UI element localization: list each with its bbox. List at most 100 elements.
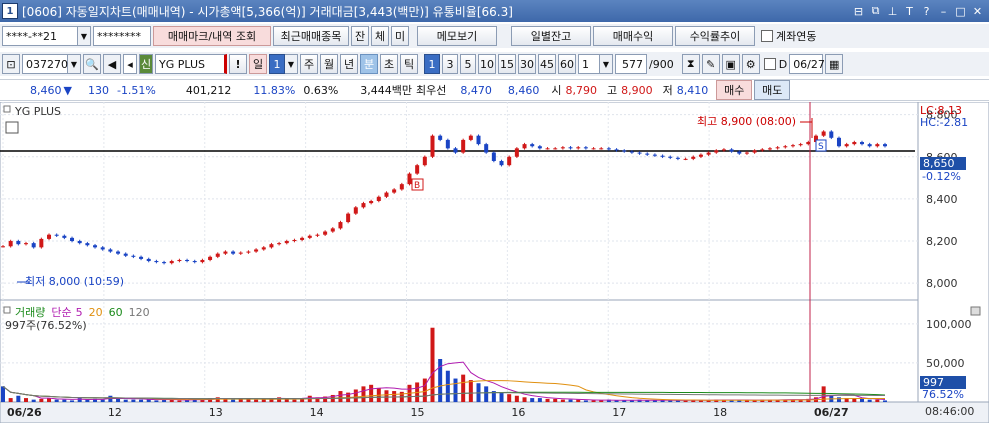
volume-bar — [62, 399, 67, 402]
candle-body — [560, 147, 565, 149]
period-year[interactable]: 년 — [340, 54, 358, 74]
text-icon[interactable]: T — [902, 4, 917, 19]
recent-trades-button[interactable]: 최근매매종목 — [273, 26, 349, 46]
volume-bar — [468, 380, 473, 402]
candle-body — [346, 213, 351, 223]
interval-1[interactable]: 1 — [424, 54, 440, 74]
sell-button[interactable]: 매도 — [754, 80, 791, 100]
period-minute[interactable]: 분 — [360, 54, 378, 74]
candle-body — [484, 144, 489, 153]
turnover-pct: 0.63% — [303, 83, 339, 97]
trade-profit-button[interactable]: 매매수익 — [593, 26, 673, 46]
account-select[interactable]: ****-**21 — [2, 26, 78, 46]
period-second[interactable]: 초 — [380, 54, 398, 74]
volume-bar — [576, 399, 581, 402]
candle-body — [614, 149, 619, 151]
chevron-down-icon[interactable]: ▼ — [78, 26, 91, 46]
close-icon[interactable]: ✕ — [970, 4, 985, 19]
unexecuted-button[interactable]: 미 — [391, 26, 409, 46]
candle-body — [698, 154, 703, 157]
balance-button[interactable]: 잔 — [351, 26, 369, 46]
period-tick[interactable]: 틱 — [400, 54, 418, 74]
open-price: 8,790 — [565, 83, 598, 97]
calendar-icon[interactable]: ▦ — [825, 54, 844, 74]
legend-ma60: 60 — [109, 306, 123, 319]
legend-ma20: 20 — [89, 306, 103, 319]
interval-30[interactable]: 30 — [518, 54, 536, 74]
executed-button[interactable]: 체 — [371, 26, 389, 46]
candle-body — [185, 259, 190, 262]
candle-body — [47, 234, 52, 239]
volume-bar — [530, 398, 535, 402]
volume-bar — [438, 359, 443, 402]
gear-icon[interactable]: ⚙ — [741, 54, 760, 74]
candle-body — [629, 151, 634, 153]
candle-body — [514, 148, 519, 157]
chevron-down-icon[interactable]: ▼ — [68, 54, 81, 74]
interval-5[interactable]: 5 — [460, 54, 476, 74]
minimize-icon[interactable]: – — [936, 4, 951, 19]
copy-icon[interactable]: ⧉ — [868, 4, 883, 19]
interval-45[interactable]: 45 — [538, 54, 556, 74]
code-input[interactable]: 037270 — [22, 54, 68, 74]
open-icon[interactable]: ⊡ — [2, 54, 20, 74]
count-input[interactable]: 1 — [578, 54, 600, 74]
save-icon[interactable]: ▣ — [721, 54, 740, 74]
volume-tick-label: 50,000 — [926, 357, 965, 370]
x-tick-label: 12 — [108, 406, 122, 419]
account-link-checkbox[interactable] — [761, 30, 773, 42]
volume-bar — [292, 399, 297, 402]
volume-bar — [883, 400, 887, 402]
credit-badge: 신 — [139, 54, 153, 74]
sound-icon[interactable]: ◀ — [103, 54, 121, 74]
period-week[interactable]: 주 — [300, 54, 318, 74]
candle-body — [652, 154, 657, 156]
volume-bar — [361, 386, 366, 402]
range-input[interactable]: 577 — [615, 54, 647, 74]
period-value[interactable]: 1 — [269, 54, 285, 74]
candle-body — [683, 158, 688, 160]
candle-body — [177, 259, 182, 262]
profit-trend-button[interactable]: 수익률추이 — [675, 26, 755, 46]
interval-60[interactable]: 60 — [558, 54, 576, 74]
candle-body — [16, 241, 21, 245]
maximize-icon[interactable]: □ — [953, 4, 968, 19]
chevron-down-icon[interactable]: ▼ — [600, 54, 613, 74]
legend-volume: 거래량 — [15, 306, 45, 319]
volume-bar — [85, 399, 90, 402]
pin-icon[interactable]: ⊥ — [885, 4, 900, 19]
date-checkbox[interactable] — [763, 58, 776, 70]
trade-mark-button[interactable]: 매매마크/내역 조회 — [153, 26, 271, 46]
candle-body — [70, 237, 75, 242]
volume-bar — [8, 398, 13, 402]
chart-title: YG PLUS — [14, 105, 61, 118]
help-icon[interactable]: ? — [919, 4, 934, 19]
period-day-button[interactable]: 일 — [249, 54, 267, 74]
interval-15[interactable]: 15 — [498, 54, 516, 74]
price-chart[interactable]: YG PLUS 8,8008,6008,4008,2008,000 100,00… — [0, 102, 989, 423]
tools-icon[interactable]: ✎ — [701, 54, 720, 74]
date-input[interactable]: 06/27 — [789, 54, 825, 74]
volume-bar — [875, 399, 880, 402]
daily-balance-button[interactable]: 일별잔고 — [511, 26, 591, 46]
alert-button[interactable]: ! — [229, 54, 247, 74]
volume-close-icon[interactable] — [970, 306, 981, 316]
memo-button[interactable]: 메모보기 — [417, 26, 497, 46]
candle-body — [591, 148, 596, 150]
candle-body — [798, 144, 803, 146]
password-field[interactable]: ******** — [93, 26, 151, 46]
search-icon[interactable]: 🔍 — [83, 54, 101, 74]
buy-button[interactable]: 매수 — [716, 80, 753, 100]
link-icon[interactable]: ⊟ — [851, 4, 866, 19]
open-label: 시 — [551, 84, 562, 97]
chevron-down-icon[interactable]: ▼ — [285, 54, 298, 74]
volume-bar — [384, 390, 389, 402]
candle-icon[interactable]: ⧗ — [681, 54, 700, 74]
period-month[interactable]: 월 — [320, 54, 338, 74]
interval-3[interactable]: 3 — [442, 54, 458, 74]
candle-body — [430, 135, 435, 157]
interval-10[interactable]: 10 — [478, 54, 496, 74]
candle-body — [261, 247, 266, 250]
previous-icon[interactable]: ◂ — [123, 54, 137, 74]
candle-body — [537, 146, 542, 149]
